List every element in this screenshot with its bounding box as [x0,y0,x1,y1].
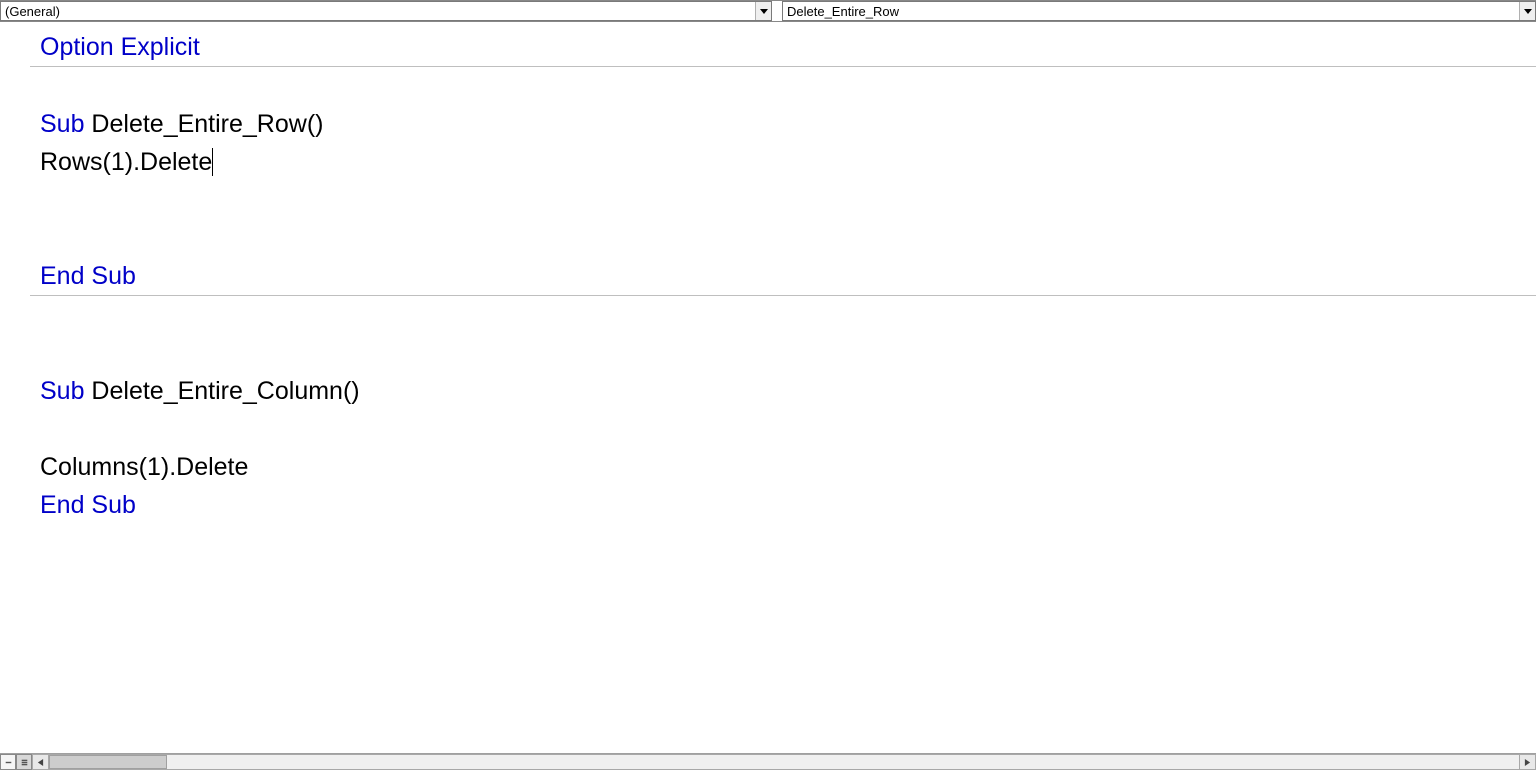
horizontal-scrollbar[interactable] [32,754,1536,770]
sub-name: Delete_Entire_Row() [84,105,323,143]
chevron-down-icon [755,2,771,20]
sub-keyword: Sub [40,105,84,143]
code-line: End Sub [30,257,1536,295]
code-line: Sub Delete_Entire_Column() [30,372,1536,410]
code-line [30,296,1536,334]
end-sub-keyword: End Sub [40,257,136,295]
code-line [30,334,1536,372]
procedure-dropdown[interactable]: Delete_Entire_Row [782,1,1536,21]
end-sub-keyword: End Sub [40,486,136,524]
code-line: Columns(1).Delete [30,448,1536,486]
code-statement: Rows(1).Delete [40,143,212,181]
sub-keyword: Sub [40,372,84,410]
code-editor[interactable]: Option Explicit Sub Delete_Entire_Row() … [0,22,1536,753]
option-explicit-statement: Option Explicit [40,28,200,66]
object-dropdown-text: (General) [1,4,755,19]
full-module-view-toggle[interactable] [16,754,32,770]
editor-bottom-bar [0,753,1536,770]
editor-gutter [0,22,30,753]
scroll-left-button[interactable] [33,755,49,769]
scroll-right-button[interactable] [1519,755,1535,769]
procedure-view-toggle[interactable] [0,754,16,770]
code-statement: Columns(1).Delete [40,448,248,486]
code-line: Sub Delete_Entire_Row() [30,105,1536,143]
code-line: Option Explicit [30,28,1536,66]
code-line [30,181,1536,219]
code-line [30,219,1536,257]
code-line: End Sub [30,486,1536,524]
code-line: Rows(1).Delete [30,143,1536,181]
procedure-dropdown-text: Delete_Entire_Row [783,4,1519,19]
chevron-down-icon [1519,2,1535,20]
sub-name: Delete_Entire_Column() [84,372,359,410]
editor-top-bar: (General) Delete_Entire_Row [0,0,1536,22]
code-line [30,67,1536,105]
scrollbar-thumb[interactable] [49,755,167,769]
text-cursor [212,148,213,176]
code-line [30,410,1536,448]
object-dropdown[interactable]: (General) [0,1,772,21]
code-area[interactable]: Option Explicit Sub Delete_Entire_Row() … [30,22,1536,753]
